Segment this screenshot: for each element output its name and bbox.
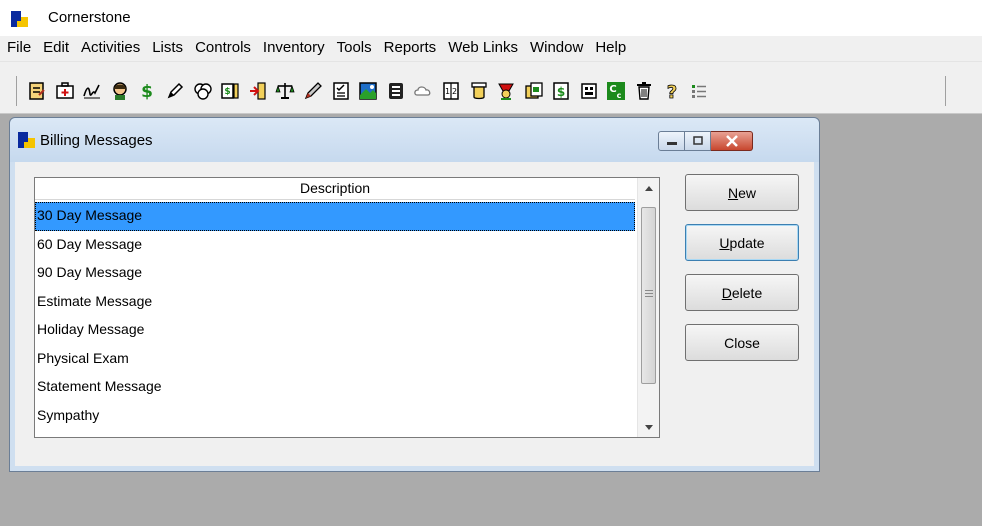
menu-edit[interactable]: Edit [37,36,75,62]
window-controls [658,131,753,151]
delete-button-accelerator: D [721,284,732,301]
lab-icon[interactable] [469,81,489,101]
scale-icon[interactable] [275,81,295,101]
menu-bar: File Edit Activities Lists Controls Inve… [0,36,982,62]
delete-button-label: elete [731,284,763,301]
scroll-up-button[interactable] [638,178,660,198]
minimize-icon [666,142,677,145]
list-item[interactable]: Sympathy [35,402,635,431]
list-item[interactable]: Estimate Message [35,288,635,317]
clipboard-icon[interactable] [193,81,213,101]
update-button[interactable]: Update [685,224,799,261]
dialog-title: Billing Messages [40,132,153,149]
menu-reports[interactable]: Reports [378,36,443,62]
edit-icon[interactable] [165,81,185,101]
help-icon[interactable]: ? [662,81,682,101]
menu-lists[interactable]: Lists [146,36,189,62]
first-aid-icon[interactable] [55,81,75,101]
grip-icon [645,290,653,299]
list-item[interactable]: 30 Day Message [35,202,635,231]
menu-controls[interactable]: Controls [189,36,257,62]
dialog-title-bar[interactable]: Billing Messages [10,118,819,162]
menu-web-links[interactable]: Web Links [442,36,524,62]
scroll-thumb[interactable] [641,207,656,384]
payment-icon[interactable]: $ [551,81,571,101]
menu-inventory[interactable]: Inventory [257,36,331,62]
list-rows: 30 Day Message 60 Day Message 90 Day Mes… [35,202,635,430]
scroll-down-button[interactable] [638,417,660,437]
scroll-down-icon [645,424,653,430]
checkin-icon[interactable] [248,81,268,101]
update-button-accelerator: U [719,234,730,251]
dialog-content: Description 30 Day Message 60 Day Messag… [15,162,814,466]
signature-icon[interactable] [82,81,102,101]
maximize-button[interactable] [685,131,711,151]
list-item[interactable]: Holiday Message [35,316,635,345]
cloud-icon[interactable] [413,81,433,101]
list-icon[interactable] [689,81,709,101]
award-icon[interactable] [496,81,516,101]
checklist-icon[interactable] [331,81,351,101]
list-item[interactable]: Statement Message [35,373,635,402]
image-icon[interactable] [358,81,378,101]
pen-icon[interactable] [303,81,323,101]
app-title-bar: Cornerstone [0,0,982,36]
list-scrollbar[interactable] [637,178,659,437]
toolbar-icons: $ $ 12 $ Cc ? [16,76,946,106]
patient-icon[interactable] [110,81,130,101]
record-icon[interactable] [386,81,406,101]
billing-messages-list[interactable]: Description 30 Day Message 60 Day Messag… [34,177,660,438]
cc-icon[interactable]: Cc [606,81,626,101]
list-item[interactable]: Physical Exam [35,345,635,374]
menu-tools[interactable]: Tools [331,36,378,62]
column-header-description[interactable]: Description [35,178,635,200]
update-button-label: pdate [729,234,765,251]
menu-activities[interactable]: Activities [75,36,146,62]
close-window-button[interactable] [711,131,753,151]
billing-messages-window: Billing Messages Description 30 Day Mess… [9,117,820,472]
menu-window[interactable]: Window [524,36,589,62]
new-button-accelerator: N [727,184,739,201]
minimize-button[interactable] [658,131,685,151]
svg-text:C: C [610,84,617,95]
scroll-up-icon [645,185,653,191]
maximize-icon [692,136,703,145]
cornerstone-logo-icon [11,11,28,27]
toolbar: $ $ 12 $ Cc ? [0,62,982,114]
trash-icon[interactable] [634,81,654,101]
svg-text:$: $ [225,87,231,97]
list-item[interactable]: 60 Day Message [35,231,635,260]
new-button[interactable]: New [685,174,799,211]
delete-button[interactable]: Delete [685,274,799,311]
svg-text:$: $ [557,85,565,99]
svg-text:$: $ [141,82,153,101]
svg-text:c: c [617,91,622,100]
close-icon [725,135,738,147]
svg-text:1: 1 [445,87,450,96]
svg-text:?: ? [666,82,676,101]
grid-icon[interactable] [579,81,599,101]
menu-help[interactable]: Help [589,36,632,62]
document-icon[interactable] [524,81,544,101]
calculator-icon[interactable]: 12 [441,81,461,101]
app-title: Cornerstone [48,9,131,26]
menu-file[interactable]: File [0,36,37,62]
new-button-label: ew [738,184,757,201]
dollar-icon[interactable]: $ [137,81,157,101]
close-button-label: Close [724,334,760,351]
list-item[interactable]: 90 Day Message [35,259,635,288]
notes-icon[interactable] [27,81,47,101]
close-button[interactable]: Close [685,324,799,361]
cornerstone-logo-icon [18,132,35,148]
svg-text:2: 2 [452,87,457,96]
invoice-icon[interactable]: $ [220,81,240,101]
